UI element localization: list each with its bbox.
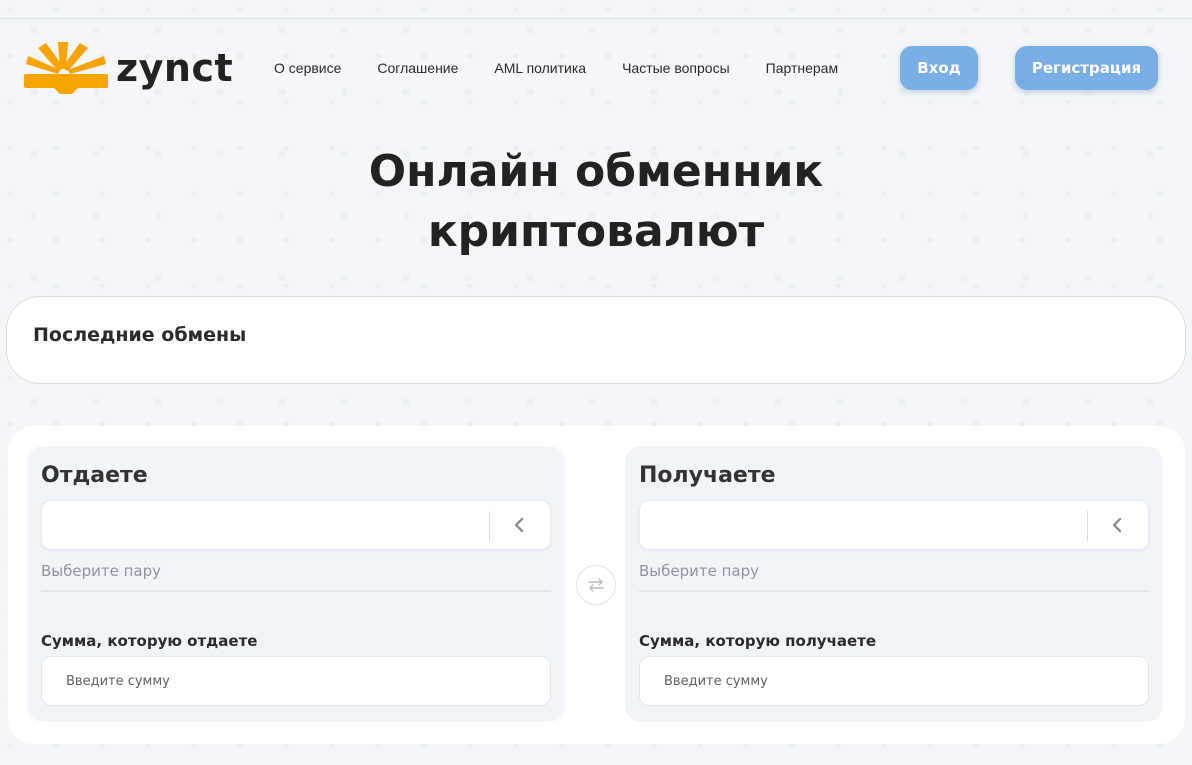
get-amount-label: Сумма, которую получаете xyxy=(639,632,877,650)
page-title: Онлайн обменник криптовалют xyxy=(0,142,1192,262)
give-pair-label: Выберите пару xyxy=(41,562,551,592)
nav-item-agreement[interactable]: Соглашение xyxy=(377,60,458,76)
select-divider xyxy=(489,511,490,541)
select-divider xyxy=(1087,511,1088,541)
nav-item-faq[interactable]: Частые вопросы xyxy=(622,60,730,76)
give-amount-input[interactable] xyxy=(41,656,551,706)
chevron-left-icon[interactable] xyxy=(1110,514,1124,536)
page-title-line1: Онлайн обменник xyxy=(368,146,824,197)
logo-sun-icon xyxy=(24,42,108,94)
give-panel: Отдаете Выберите пару Сумма, которую отд… xyxy=(27,446,565,722)
logo[interactable]: zynct xyxy=(24,40,264,96)
nav-item-partners[interactable]: Партнерам xyxy=(766,60,838,76)
main-nav: О сервисе Соглашение AML политика Частые… xyxy=(274,60,874,76)
top-divider xyxy=(0,18,1192,19)
chevron-left-icon[interactable] xyxy=(512,514,526,536)
get-pair-label: Выберите пару xyxy=(639,562,1149,592)
get-panel: Получаете Выберите пару Сумма, которую п… xyxy=(625,446,1163,722)
give-title: Отдаете xyxy=(41,463,148,488)
get-amount-input[interactable] xyxy=(639,656,1149,706)
page-title-line2: криптовалют xyxy=(427,206,765,257)
swap-arrows-icon xyxy=(588,578,604,592)
logo-text: zynct xyxy=(116,46,234,90)
give-amount-label: Сумма, которую отдаете xyxy=(41,632,258,650)
exchange-form: Отдаете Выберите пару Сумма, которую отд… xyxy=(8,426,1185,744)
nav-item-aml[interactable]: AML политика xyxy=(494,60,586,76)
register-button[interactable]: Регистрация xyxy=(1015,46,1158,90)
site-header: zynct О сервисе Соглашение AML политика … xyxy=(24,38,1160,98)
recent-exchanges-card: Последние обмены xyxy=(6,296,1186,384)
get-title: Получаете xyxy=(639,463,776,488)
recent-exchanges-title: Последние обмены xyxy=(33,324,247,346)
nav-item-about[interactable]: О сервисе xyxy=(274,60,341,76)
get-currency-select[interactable] xyxy=(639,500,1149,550)
swap-button[interactable] xyxy=(576,565,616,605)
give-currency-select[interactable] xyxy=(41,500,551,550)
login-button[interactable]: Вход xyxy=(900,46,978,90)
